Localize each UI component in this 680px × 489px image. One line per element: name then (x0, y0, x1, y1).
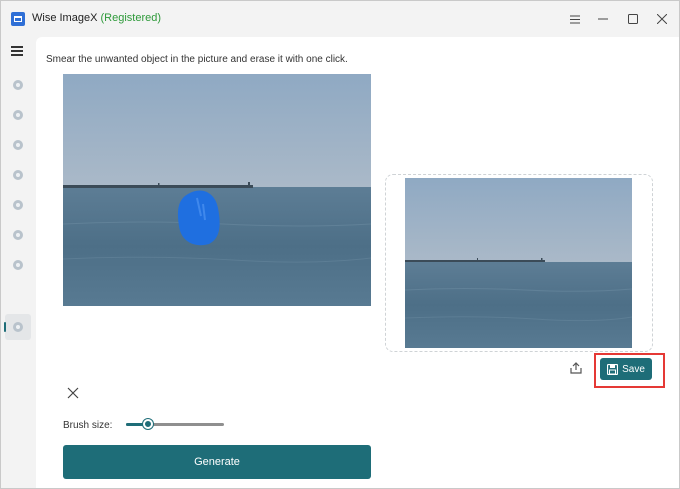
slider-thumb[interactable] (142, 419, 153, 429)
brush-size-label: Brush size: (63, 420, 113, 431)
sidebar-item-3[interactable] (5, 132, 31, 158)
instruction-text: Smear the unwanted object in the picture… (46, 54, 348, 65)
sidebar-item-4[interactable] (5, 162, 31, 188)
sidebar-item-1[interactable] (5, 72, 31, 98)
tool-icon (13, 110, 23, 120)
tool-icon (13, 200, 23, 210)
sea-photo-original (63, 74, 371, 306)
sidebar-item-5[interactable] (5, 192, 31, 218)
main-content: Smear the unwanted object in the picture… (36, 37, 679, 488)
app-logo-icon (11, 12, 25, 26)
close-window-icon (657, 14, 667, 24)
brush-size-slider[interactable] (126, 417, 224, 431)
tool-icon (13, 140, 23, 150)
registered-label: (Registered) (100, 12, 162, 24)
sidebar (1, 37, 35, 488)
sidebar-item-2[interactable] (5, 102, 31, 128)
result-image (405, 178, 632, 348)
tool-icon (13, 260, 23, 270)
title-bar: Wise ImageX (Registered) (1, 1, 679, 37)
sidebar-item-6[interactable] (5, 222, 31, 248)
sea-photo-result (405, 178, 632, 348)
tool-icon (13, 80, 23, 90)
close-window-button[interactable] (652, 9, 672, 29)
minimize-button[interactable] (593, 9, 613, 29)
sidebar-item-object-remover[interactable] (4, 314, 31, 340)
share-icon[interactable] (569, 361, 583, 375)
maximize-button[interactable] (623, 9, 643, 29)
window-title: Wise ImageX (Registered) (32, 12, 161, 24)
minimize-icon (598, 18, 608, 20)
menu-lines-icon (570, 15, 580, 23)
save-highlight-box (594, 353, 665, 388)
app-name: Wise ImageX (32, 12, 98, 24)
maximize-icon (628, 14, 638, 24)
generate-label: Generate (194, 456, 240, 468)
tool-icon (13, 230, 23, 240)
eraser-tool-icon (13, 322, 23, 332)
app-window: Wise ImageX (Registered) Smear the unwan… (0, 0, 680, 489)
generate-button[interactable]: Generate (63, 445, 371, 479)
brush-mask (177, 190, 220, 246)
close-icon[interactable] (66, 386, 80, 400)
source-image-canvas[interactable] (63, 74, 371, 306)
tool-icon (13, 170, 23, 180)
sidebar-item-7[interactable] (5, 252, 31, 278)
menu-button[interactable] (565, 9, 585, 29)
hamburger-icon[interactable] (11, 46, 23, 56)
